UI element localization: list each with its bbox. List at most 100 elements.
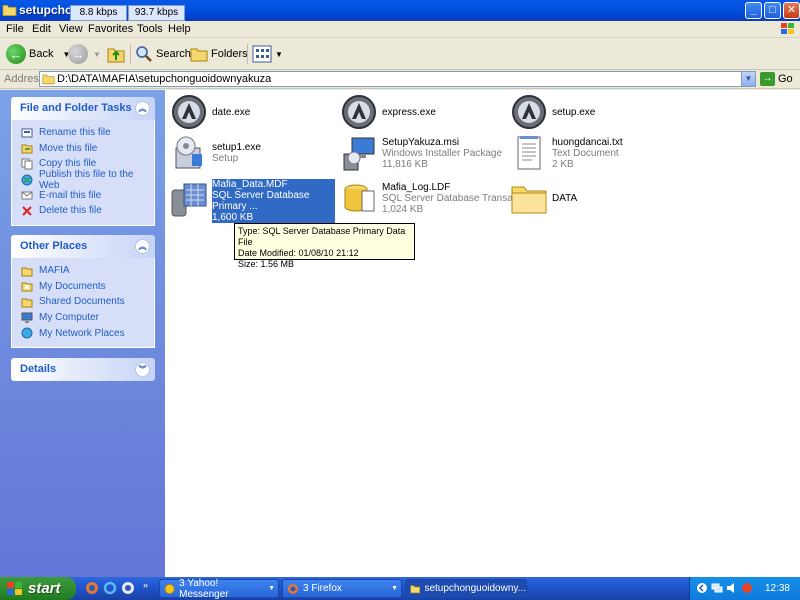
file-item[interactable]: setup.exe — [510, 93, 595, 131]
menu-favorites[interactable]: Favorites — [88, 23, 133, 35]
menu-view[interactable]: View — [59, 23, 83, 35]
autoplay-exe-icon — [512, 95, 546, 129]
file-size: 1,600 KB — [212, 212, 254, 223]
task-move[interactable]: Move this file — [12, 141, 154, 157]
collapse-chevron-icon[interactable]: ︽ — [135, 239, 150, 254]
download-speed: 8.8 kbps — [70, 5, 127, 21]
file-item[interactable]: Mafia_Log.LDF SQL Server Database Transa… — [340, 179, 526, 217]
search-button[interactable]: Search — [135, 42, 191, 66]
title-bar[interactable]: setupchong 8.8 kbps 93.7 kbps _ □ ✕ — [0, 0, 800, 21]
go-arrow-icon: → — [760, 72, 775, 86]
address-dropdown-icon[interactable]: ▼ — [741, 72, 755, 86]
ie-quicklaunch-icon[interactable] — [103, 581, 117, 595]
minimize-button[interactable]: _ — [745, 2, 762, 19]
details-panel: Details ︾ — [11, 358, 155, 381]
panel-title: Details — [20, 363, 57, 375]
group-dropdown-icon: ▼ — [268, 585, 275, 592]
move-icon — [21, 144, 33, 154]
forward-button[interactable]: → ▼ — [68, 42, 101, 66]
menu-help[interactable]: Help — [168, 23, 191, 35]
menu-tools[interactable]: Tools — [137, 23, 163, 35]
back-label: Back — [29, 48, 54, 60]
shared-folder-icon — [21, 298, 33, 308]
forward-arrow-icon: → — [68, 44, 88, 64]
file-item[interactable]: express.exe — [340, 93, 436, 131]
start-button[interactable]: start — [0, 577, 76, 600]
menu-edit[interactable]: Edit — [32, 23, 51, 35]
documents-folder-icon — [21, 282, 33, 292]
go-button[interactable]: → Go — [760, 72, 793, 86]
back-button[interactable]: ← Back ▼ — [6, 42, 70, 66]
volume-tray-icon[interactable] — [726, 582, 738, 594]
file-name: huongdancai.txt — [552, 136, 623, 148]
panel-title: File and Folder Tasks — [20, 102, 132, 114]
folder-icon — [2, 4, 17, 16]
collapse-chevron-icon[interactable]: ︽ — [135, 101, 150, 116]
place-my-documents[interactable]: My Documents — [12, 279, 154, 295]
file-folder-tasks-header[interactable]: File and Folder Tasks ︽ — [11, 97, 155, 120]
file-type: Windows Installer Package — [382, 147, 503, 159]
folder-item[interactable]: DATA — [510, 179, 577, 217]
toolbar: ← Back ▼ → ▼ Search Folders ▼ — [0, 39, 800, 70]
quicklaunch-overflow-icon[interactable]: » — [143, 580, 148, 590]
file-name: setup.exe — [552, 106, 596, 118]
folder-name: DATA — [552, 192, 578, 204]
computer-icon — [21, 312, 33, 323]
tooltip-type: Type: SQL Server Database Primary Data F… — [238, 226, 406, 247]
details-header[interactable]: Details ︾ — [11, 358, 155, 381]
network-globe-icon — [21, 327, 33, 339]
file-item-selected[interactable]: Mafia_Data.MDF SQL Server Database Prima… — [170, 179, 335, 223]
firefox-icon — [288, 583, 298, 594]
folder-icon — [511, 186, 547, 214]
task-label: Publish this file to the Web — [39, 168, 134, 191]
place-my-computer[interactable]: My Computer — [12, 310, 154, 326]
address-input[interactable]: D:\DATA\MAFIA\setupchonguoidownyakuza ▼ — [39, 71, 756, 87]
place-mafia[interactable]: MAFIA — [12, 263, 154, 279]
delete-x-icon — [22, 206, 32, 216]
tray-expand-icon[interactable] — [696, 582, 708, 594]
file-item[interactable]: setup1.exe Setup — [170, 134, 261, 172]
taskbar-label: 3 Firefox — [303, 583, 342, 594]
file-folder-tasks-panel: File and Folder Tasks ︽ Rename this file… — [11, 97, 155, 226]
messenger-tray-icon[interactable] — [741, 582, 753, 594]
installer-package-icon — [343, 137, 375, 171]
close-button[interactable]: ✕ — [783, 2, 800, 19]
views-button[interactable]: ▼ — [252, 42, 283, 66]
file-size: 1,024 KB — [382, 203, 424, 215]
network-tray-icon[interactable] — [711, 582, 723, 594]
upload-speed: 93.7 kbps — [128, 5, 185, 21]
task-publish-web[interactable]: Publish this file to the Web — [12, 168, 154, 191]
expand-chevron-icon[interactable]: ︾ — [135, 362, 150, 377]
firefox-quicklaunch-icon[interactable] — [85, 581, 99, 595]
taskbar-yahoo-messenger[interactable]: 3 Yahoo! Messenger ▼ — [159, 578, 279, 600]
task-delete[interactable]: Delete this file — [12, 203, 154, 219]
task-rename[interactable]: Rename this file — [12, 125, 154, 141]
tooltip-size: Size: 1.56 MB — [238, 259, 295, 269]
forward-dropdown-icon[interactable]: ▼ — [93, 50, 101, 59]
folder-icon — [410, 584, 421, 593]
task-label: Delete this file — [39, 205, 102, 217]
text-document-icon — [517, 136, 541, 170]
place-shared-documents[interactable]: Shared Documents — [12, 294, 154, 310]
other-places-panel: Other Places ︽ MAFIA My Documents Shared… — [11, 235, 155, 348]
rename-icon — [21, 128, 33, 138]
folders-button[interactable]: Folders — [190, 42, 248, 66]
folder-icon — [21, 267, 33, 277]
folders-label: Folders — [211, 48, 248, 60]
other-places-header[interactable]: Other Places ︽ — [11, 235, 155, 258]
go-label: Go — [778, 73, 793, 85]
menu-file[interactable]: File — [6, 23, 24, 35]
maximize-button[interactable]: □ — [764, 2, 781, 19]
taskbar-explorer-window[interactable]: setupchonguoidowny... — [405, 579, 527, 598]
file-item[interactable]: huongdancai.txt Text Document 2 KB — [510, 134, 623, 172]
file-type: SQL Server Database Primary ... — [212, 190, 310, 212]
place-label: My Documents — [39, 280, 106, 292]
messenger-quicklaunch-icon[interactable] — [121, 581, 135, 595]
file-name: Mafia_Data.MDF — [212, 179, 288, 190]
autoplay-exe-icon — [172, 95, 206, 129]
taskbar-firefox[interactable]: 3 Firefox ▼ — [282, 579, 402, 598]
file-item[interactable]: date.exe — [170, 93, 250, 131]
up-folder-button[interactable] — [106, 42, 126, 66]
file-item[interactable]: SetupYakuza.msi Windows Installer Packag… — [340, 134, 502, 172]
place-my-network[interactable]: My Network Places — [12, 325, 154, 341]
